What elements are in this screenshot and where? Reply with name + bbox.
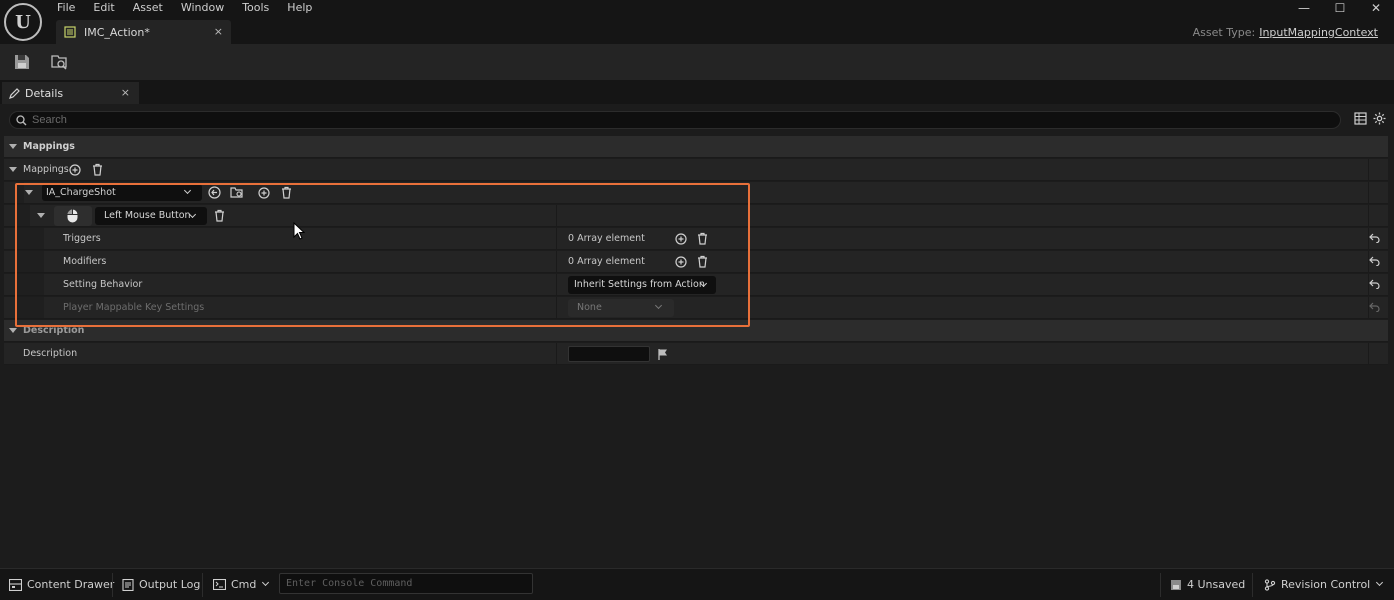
details-tab-row: Details × bbox=[0, 82, 1394, 104]
gear-icon[interactable] bbox=[1373, 112, 1386, 125]
menu-tools[interactable]: Tools bbox=[233, 0, 278, 16]
search-box bbox=[9, 111, 1341, 129]
setting-behavior-row: Setting Behavior Inherit Settings from A… bbox=[4, 274, 1388, 296]
title-bar: U File Edit Asset Window Tools Help IMC_… bbox=[0, 0, 1394, 44]
output-log-icon bbox=[122, 578, 134, 591]
reset-icon[interactable] bbox=[1369, 302, 1380, 312]
cmd-dropdown[interactable]: Cmd bbox=[213, 578, 270, 591]
description-row: Description bbox=[4, 343, 1388, 365]
document-tab-label: IMC_Action* bbox=[84, 25, 150, 39]
mouse-cursor-icon bbox=[293, 222, 305, 240]
modifiers-row: Modifiers 0 Array element bbox=[4, 251, 1388, 273]
menu-asset[interactable]: Asset bbox=[124, 0, 172, 16]
trash-icon[interactable] bbox=[281, 186, 292, 199]
collapse-arrow-icon[interactable] bbox=[25, 190, 33, 195]
player-mappable-dropdown[interactable]: None bbox=[568, 299, 674, 317]
add-icon[interactable] bbox=[675, 233, 687, 245]
browse-asset-icon[interactable] bbox=[50, 53, 68, 71]
console-command-input[interactable] bbox=[279, 573, 533, 594]
unsaved-icon bbox=[1171, 579, 1181, 590]
save-icon[interactable] bbox=[13, 53, 31, 71]
menu-window[interactable]: Window bbox=[172, 0, 233, 16]
menu-help[interactable]: Help bbox=[278, 0, 321, 16]
panel-icons bbox=[1354, 112, 1386, 125]
chevron-down-icon bbox=[262, 578, 270, 587]
asset-type-link[interactable]: InputMappingContext bbox=[1259, 26, 1378, 39]
use-selected-icon[interactable] bbox=[208, 186, 221, 199]
player-mappable-row: Player Mappable Key Settings None bbox=[4, 297, 1388, 319]
collapse-arrow-icon[interactable] bbox=[9, 328, 17, 333]
modifiers-value: 0 Array element bbox=[568, 256, 645, 267]
details-tab[interactable]: Details × bbox=[2, 82, 139, 104]
asset-type: Asset Type: InputMappingContext bbox=[1192, 26, 1378, 39]
toolbar bbox=[0, 44, 1394, 80]
collapse-arrow-icon[interactable] bbox=[9, 144, 17, 149]
reset-icon[interactable] bbox=[1369, 279, 1380, 289]
mouse-icon bbox=[67, 209, 78, 223]
output-log-button[interactable]: Output Log bbox=[122, 578, 200, 591]
chevron-down-icon bbox=[1376, 578, 1384, 587]
pencil-icon bbox=[9, 87, 20, 99]
key-selector[interactable] bbox=[54, 206, 92, 226]
unreal-logo[interactable]: U bbox=[4, 3, 42, 41]
revision-control-icon bbox=[1264, 578, 1276, 591]
menu-bar: File Edit Asset Window Tools Help bbox=[48, 0, 321, 16]
mappings-category-row[interactable]: Mappings bbox=[4, 136, 1388, 158]
collapse-arrow-icon[interactable] bbox=[9, 167, 17, 172]
close-icon[interactable]: × bbox=[121, 86, 130, 99]
triggers-value: 0 Array element bbox=[568, 233, 645, 244]
menu-edit[interactable]: Edit bbox=[84, 0, 123, 16]
maximize-button[interactable]: ☐ bbox=[1322, 0, 1358, 16]
search-icon bbox=[16, 115, 27, 126]
reset-icon[interactable] bbox=[1369, 256, 1380, 266]
unsaved-button[interactable]: 4 Unsaved bbox=[1170, 578, 1245, 591]
setting-behavior-dropdown[interactable]: Inherit Settings from Action bbox=[568, 276, 716, 294]
key-dropdown[interactable]: Left Mouse Button bbox=[95, 207, 207, 225]
description-category-row[interactable]: Description bbox=[4, 320, 1388, 342]
collapse-arrow-icon[interactable] bbox=[37, 213, 45, 218]
content-drawer-icon bbox=[9, 578, 22, 591]
trash-icon[interactable] bbox=[214, 209, 225, 222]
add-icon[interactable] bbox=[69, 164, 81, 176]
triggers-row: Triggers 0 Array element bbox=[4, 228, 1388, 250]
window-controls: — ☐ ✕ bbox=[1286, 0, 1394, 16]
trash-icon[interactable] bbox=[697, 255, 708, 268]
trash-icon[interactable] bbox=[697, 232, 708, 245]
chevron-down-icon bbox=[183, 186, 192, 195]
browse-folder-icon[interactable] bbox=[230, 186, 244, 199]
close-window-button[interactable]: ✕ bbox=[1358, 0, 1394, 16]
add-icon[interactable] bbox=[258, 187, 270, 199]
description-input[interactable] bbox=[568, 346, 650, 362]
input-action-dropdown[interactable]: IA_ChargeShot bbox=[42, 184, 202, 201]
search-input[interactable] bbox=[32, 113, 1332, 127]
trash-icon[interactable] bbox=[92, 163, 103, 176]
input-action-row: IA_ChargeShot bbox=[4, 182, 1388, 204]
chevron-down-icon bbox=[654, 301, 663, 310]
status-bar: Content Drawer Output Log Cmd 4 Unsaved … bbox=[0, 568, 1394, 600]
terminal-icon bbox=[213, 579, 226, 590]
flag-icon[interactable] bbox=[657, 348, 669, 360]
add-icon[interactable] bbox=[675, 256, 687, 268]
revision-control-button[interactable]: Revision Control bbox=[1264, 578, 1384, 591]
mappings-array-row: Mappings bbox=[4, 159, 1388, 181]
reset-icon[interactable] bbox=[1369, 233, 1380, 243]
content-drawer-button[interactable]: Content Drawer bbox=[9, 578, 114, 591]
table-view-icon[interactable] bbox=[1354, 112, 1367, 125]
details-tab-label: Details bbox=[25, 86, 64, 100]
close-icon[interactable]: × bbox=[214, 25, 223, 38]
input-mapping-icon bbox=[64, 26, 76, 38]
key-mapping-row: Left Mouse Button bbox=[4, 205, 1388, 227]
minimize-button[interactable]: — bbox=[1286, 0, 1322, 16]
menu-file[interactable]: File bbox=[48, 0, 84, 16]
document-tab[interactable]: IMC_Action* × bbox=[56, 20, 231, 44]
